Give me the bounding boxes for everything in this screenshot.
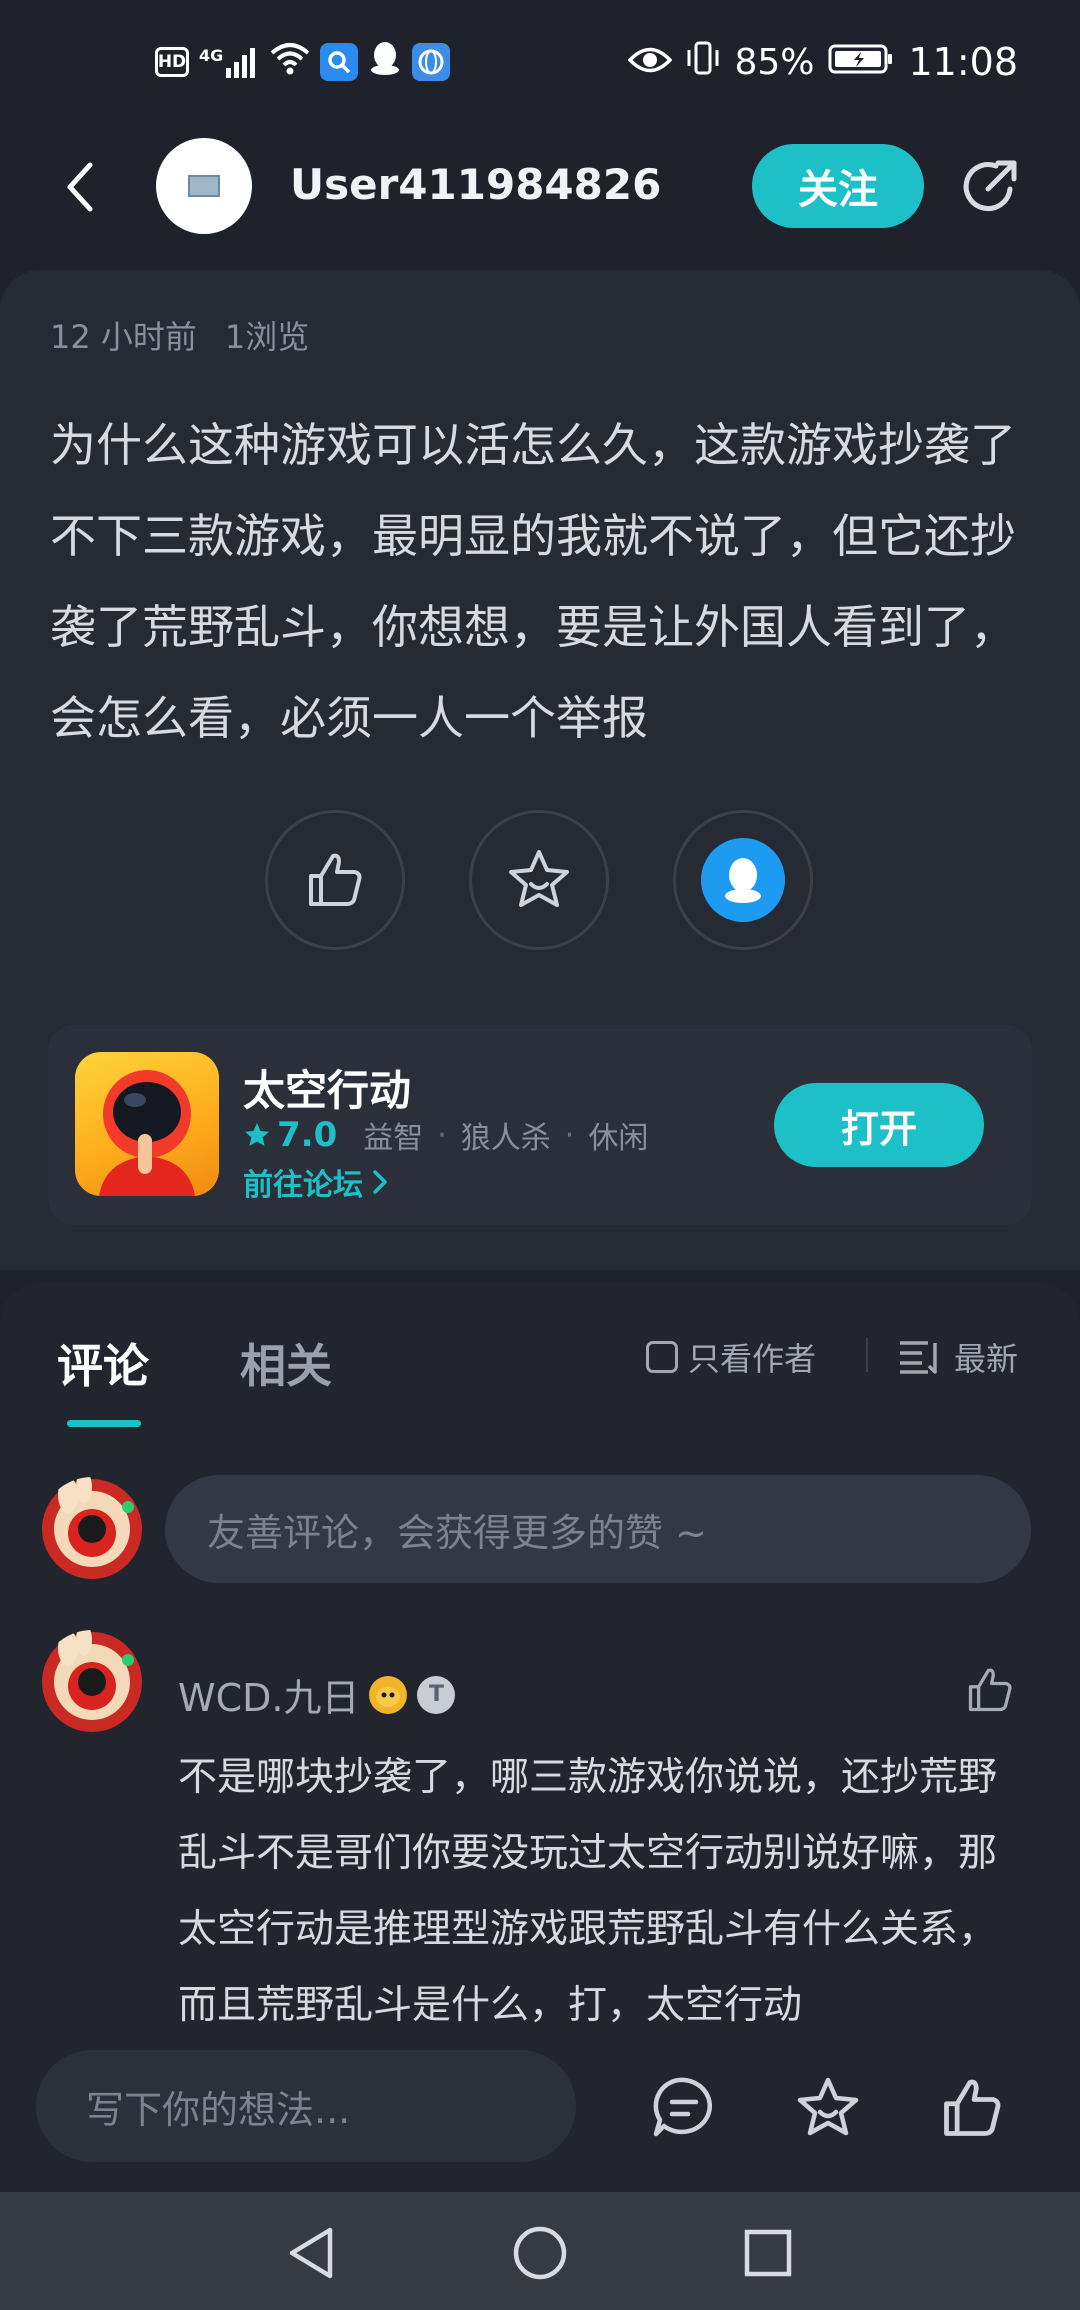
forum-link-label: 前往论坛 — [243, 1168, 363, 1203]
level-badge-icon — [369, 1675, 408, 1714]
title-badge-icon: T — [417, 1675, 456, 1714]
tab-related[interactable]: 相关 — [240, 1330, 332, 1396]
follow-button[interactable]: 关注 — [752, 144, 924, 228]
commenter-name[interactable]: WCD.九日 — [178, 1667, 359, 1722]
qq-icon — [701, 838, 785, 922]
eye-icon — [628, 40, 673, 84]
game-title[interactable]: 太空行动 — [243, 1057, 411, 1118]
game-tag: 益智 — [363, 1121, 424, 1156]
thumbs-up-icon — [944, 2079, 1001, 2136]
comment-icon — [653, 2077, 712, 2137]
game-info: 7.0 益智 · 狼人杀 · 休闲 — [243, 1113, 648, 1157]
open-game-button[interactable]: 打开 — [774, 1083, 984, 1167]
nav-recents-button[interactable] — [733, 2218, 803, 2288]
battery-percent: 85% — [734, 41, 815, 83]
battery-icon — [828, 40, 894, 84]
back-button[interactable] — [50, 150, 110, 224]
share-icon — [963, 160, 1017, 212]
write-comment-input[interactable]: 写下你的想法... — [36, 2050, 576, 2162]
game-tag: 休闲 — [588, 1121, 649, 1156]
sort-icon — [900, 1341, 937, 1374]
post-views: 1浏览 — [224, 318, 310, 356]
like-bottom-button[interactable] — [936, 2072, 1008, 2144]
triangle-back-icon — [289, 2227, 333, 2279]
comment-text: 不是哪块抄袭了，哪三款游戏你说说，还抄荒野乱斗不是哥们你要没玩过太空行动别说好嘛… — [178, 1755, 998, 2028]
divider — [866, 1338, 868, 1372]
circle-home-icon — [513, 2226, 567, 2280]
comment-input[interactable]: 友善评论，会获得更多的赞 ~ — [165, 1475, 1031, 1583]
rating-star-icon — [245, 1123, 269, 1146]
qq-app-icon — [368, 39, 402, 86]
nav-back-button[interactable] — [276, 2218, 346, 2288]
share-button[interactable] — [955, 152, 1025, 222]
star-icon — [797, 2077, 859, 2136]
chevron-left-icon — [67, 162, 93, 212]
thumbs-up-icon — [968, 1668, 1012, 1712]
network-type: 4G — [199, 46, 224, 65]
tab-comments[interactable]: 评论 — [57, 1330, 149, 1396]
my-avatar — [40, 1477, 144, 1581]
tag-separator: · — [437, 1117, 447, 1153]
game-rating: 7.0 — [243, 1115, 337, 1155]
status-bar: HD 4G 85% 11:08 — [0, 0, 1080, 120]
wifi-icon — [270, 40, 310, 84]
favorite-button[interactable] — [469, 810, 609, 950]
only-author-toggle[interactable]: 只看作者 — [646, 1334, 816, 1380]
chevron-right-icon — [373, 1170, 387, 1194]
checkbox-icon — [646, 1341, 678, 1373]
qq-share-button[interactable] — [673, 810, 813, 950]
author-avatar[interactable] — [156, 138, 252, 234]
post-meta: 12 小时前 1浏览 — [50, 312, 309, 358]
like-button[interactable] — [265, 810, 405, 950]
tag-separator: · — [564, 1117, 575, 1153]
forum-link[interactable]: 前往论坛 — [243, 1160, 389, 1204]
browser-app-icon — [412, 43, 451, 81]
commenter-avatar[interactable] — [40, 1630, 144, 1734]
nav-home-button[interactable] — [505, 2218, 575, 2288]
star-icon — [509, 850, 569, 907]
rating-value: 7.0 — [277, 1115, 338, 1155]
vibrate-icon — [686, 40, 720, 85]
square-recents-icon — [744, 2229, 792, 2277]
game-icon[interactable] — [75, 1052, 219, 1196]
post-time: 12 小时前 — [50, 318, 197, 356]
author-username[interactable]: User411984826 — [290, 160, 661, 209]
sort-toggle[interactable]: 最新 — [898, 1334, 1018, 1380]
hd-icon: HD — [155, 47, 189, 77]
search-app-icon — [320, 43, 359, 81]
only-author-label: 只看作者 — [688, 1340, 817, 1378]
post-content: 为什么这种游戏可以活怎么久，这款游戏抄袭了不下三款游戏，最明显的我就不说了，但它… — [50, 418, 1016, 745]
signal-icon: 4G — [199, 46, 260, 78]
sort-label: 最新 — [954, 1340, 1019, 1378]
clock: 11:08 — [908, 40, 1018, 84]
thumbs-up-icon — [309, 853, 362, 906]
comment-button[interactable] — [648, 2072, 720, 2144]
avatar-image — [188, 175, 220, 197]
status-left-icons: HD 4G — [155, 38, 451, 86]
comment-like-button[interactable] — [962, 1662, 1018, 1718]
commenter-name-row[interactable]: WCD.九日 T — [178, 1667, 456, 1722]
favorite-bottom-button[interactable] — [792, 2072, 864, 2144]
active-tab-indicator — [67, 1420, 141, 1427]
game-tag: 狼人杀 — [460, 1121, 551, 1156]
status-right-icons: 85% 11:08 — [628, 38, 1018, 86]
